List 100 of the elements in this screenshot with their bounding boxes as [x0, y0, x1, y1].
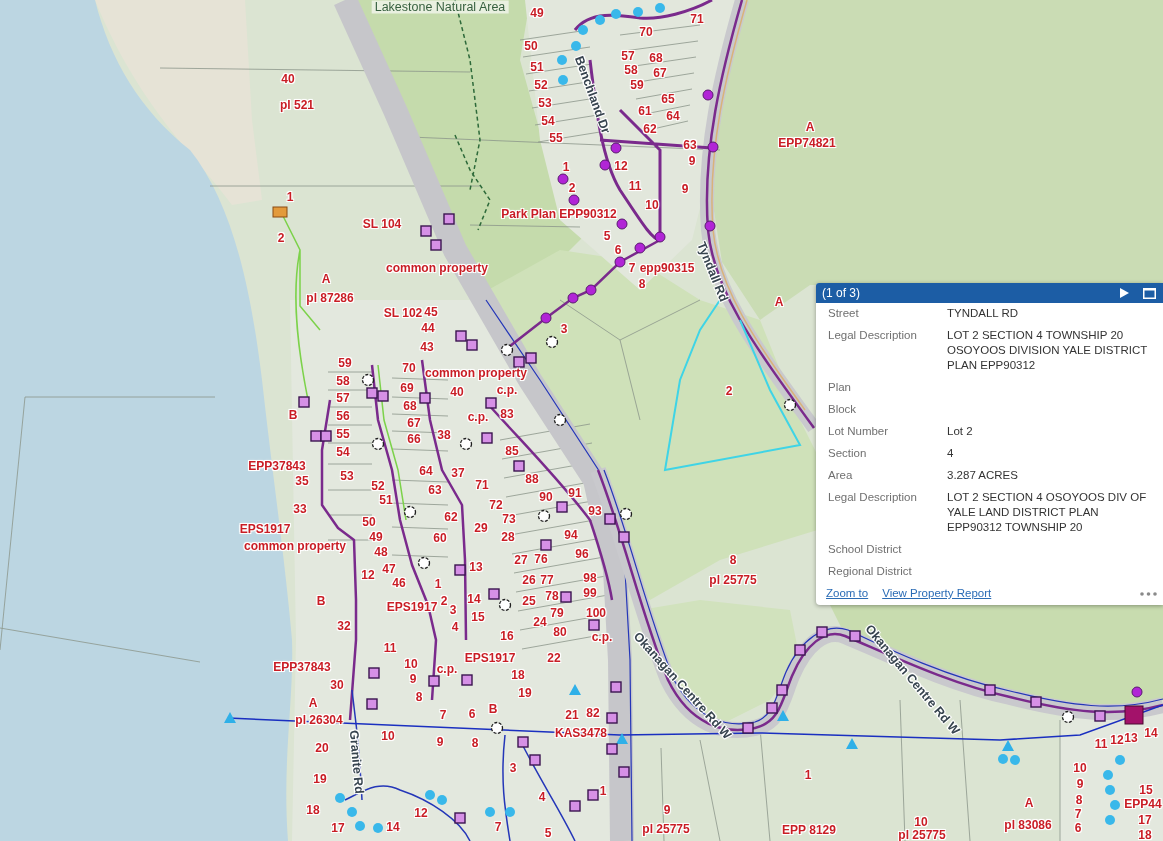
parcel-label: 7 — [628, 261, 636, 275]
parcel-line — [391, 377, 449, 381]
ring-marker-icon — [500, 343, 514, 357]
square-marker-icon — [618, 766, 630, 778]
square-marker-icon — [1030, 696, 1042, 708]
maximize-icon[interactable] — [1143, 287, 1156, 299]
field-value: 4 — [947, 446, 955, 461]
square-marker-icon — [1094, 710, 1106, 722]
place-label: Lakestone Natural Area — [371, 0, 509, 14]
parcel-label: 59 — [338, 356, 352, 370]
parcel-label: B — [288, 408, 298, 422]
parcel-label: 25 — [522, 594, 536, 608]
parcel-label: 12 — [361, 568, 375, 582]
popup-title: (1 of 3) — [822, 286, 861, 300]
dot-marker-icon — [599, 159, 611, 171]
dot-marker-icon — [355, 821, 365, 831]
parcel-label: 60 — [433, 531, 447, 545]
parcel-label: 63 — [428, 483, 442, 497]
parcel-line — [391, 396, 449, 400]
parcel-label: 40 — [450, 385, 464, 399]
parcel-label: EPP37843 — [273, 660, 331, 674]
field-value: LOT 2 SECTION 4 OSOYOOS DIV OF YALE LAND DISTRICT PLAN EPP90312 TOWNSHIP 20 — [947, 490, 1148, 535]
parcel-label: SL 104 — [362, 217, 402, 231]
parcel-label: 10 — [914, 815, 928, 829]
dot-marker-icon — [557, 55, 567, 65]
square-marker-icon — [776, 684, 788, 696]
parcel-label: 15 — [1139, 783, 1153, 797]
parcel-line — [391, 554, 449, 558]
triangle-marker-icon — [777, 710, 789, 721]
dot-marker-icon — [1115, 755, 1125, 765]
square-marker-icon — [816, 626, 828, 638]
parcel-label: 65 — [661, 92, 675, 106]
triangle-marker-icon — [1002, 740, 1014, 751]
parcel-label: 61 — [638, 104, 652, 118]
parcel-label: 70 — [402, 361, 416, 375]
play-icon[interactable] — [1120, 288, 1129, 298]
parcel-label: 5 — [603, 229, 611, 243]
square-marker-icon — [984, 684, 996, 696]
dot-marker-icon — [1105, 815, 1115, 825]
parcel-label: common property — [425, 366, 527, 380]
dot-marker-icon — [655, 3, 665, 13]
parcel-label: 11 — [1094, 737, 1108, 751]
parcel-label: 27 — [514, 553, 528, 567]
parcel-line — [327, 424, 373, 426]
dot-marker-icon — [616, 218, 628, 230]
parcel-label: 9 — [1076, 777, 1084, 791]
dot-marker-icon — [704, 220, 716, 232]
parcel-label: 56 — [336, 409, 350, 423]
parcel-label: 88 — [525, 472, 539, 486]
parcel-label: 1 — [804, 768, 812, 782]
parcel-label: 12 — [414, 806, 428, 820]
popup-link[interactable]: View Property Report — [882, 586, 992, 601]
parcel-label: 9 — [409, 672, 417, 686]
parcel-label: 29 — [474, 521, 488, 535]
parcel-label: 45 — [424, 305, 438, 319]
parcel-label: 9 — [681, 182, 689, 196]
parcel-label: c.p. — [496, 383, 518, 397]
parcel-label: 35 — [295, 474, 309, 488]
dot-marker-icon — [1103, 770, 1113, 780]
dot-marker-icon — [633, 7, 643, 17]
parcel-label: 5 — [544, 826, 552, 840]
square-marker-icon — [517, 736, 529, 748]
parcel-label: 62 — [643, 122, 657, 136]
square-marker-icon — [588, 619, 600, 631]
parcel-label: 1 — [599, 784, 607, 798]
parcel-label: c.p. — [436, 662, 458, 676]
parcel-label: 47 — [382, 562, 396, 576]
square-marker-icon — [428, 675, 440, 687]
parcel-label: 44 — [421, 321, 435, 335]
parcel-label: 99 — [583, 586, 597, 600]
parcel-label: 10 — [381, 729, 395, 743]
parcel-label: 18 — [1138, 828, 1152, 841]
parcel-label: 53 — [340, 469, 354, 483]
more-options-icon[interactable] — [1140, 591, 1157, 596]
square-marker-icon — [604, 513, 616, 525]
parcel-label: 3 — [449, 603, 457, 617]
parcel-label: 21 — [565, 708, 579, 722]
ring-marker-icon — [417, 556, 431, 570]
dot-marker-icon — [437, 795, 447, 805]
parcel-line — [327, 463, 373, 465]
parcel-label: pl 87286 — [306, 291, 354, 305]
square-marker-icon — [794, 644, 806, 656]
parcel-label: 8 — [638, 277, 646, 291]
popup-link[interactable]: Zoom to — [826, 586, 869, 601]
parcel-label: 58 — [336, 374, 350, 388]
parcel-label: A — [1024, 796, 1034, 810]
square-marker-icon — [430, 239, 442, 251]
parcel-label: 19 — [313, 772, 327, 786]
road-label: Granite Rd — [346, 729, 366, 795]
parcel-label: 72 — [489, 498, 503, 512]
square-marker-icon — [454, 812, 466, 824]
parcel-label: 15 — [471, 610, 485, 624]
square-marker-icon — [513, 356, 525, 368]
parcel-label: A — [321, 272, 331, 286]
parcel-label: 8 — [415, 690, 423, 704]
field-label: Regional District — [828, 564, 913, 579]
square-marker-icon — [610, 681, 622, 693]
parcel-label: 8 — [729, 553, 737, 567]
field-value: Lot 2 — [947, 424, 974, 439]
square-marker-icon — [513, 460, 525, 472]
